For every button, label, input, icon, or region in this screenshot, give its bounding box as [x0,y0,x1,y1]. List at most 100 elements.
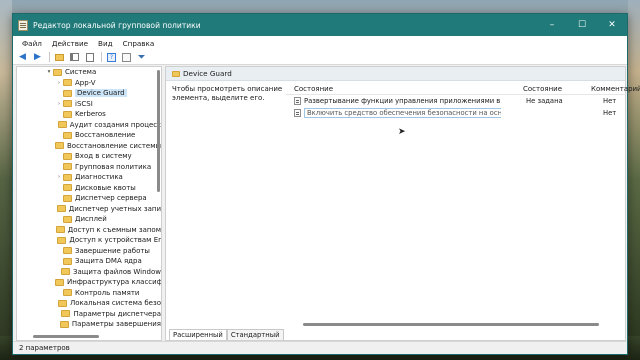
tree-item[interactable]: Kerberos [17,109,161,120]
tree-item[interactable]: Завершение работы [17,246,161,257]
menu-file[interactable]: Файл [17,39,47,48]
tree-item[interactable]: Параметры завершения [17,319,161,330]
table-row[interactable]: Развертывание функции управления приложе… [286,95,627,107]
setting-state: Не задана [526,97,563,105]
folder-icon [63,89,72,97]
tree-item[interactable]: Контроль памяти [17,288,161,299]
folder-icon [57,121,67,129]
menu-action[interactable]: Действие [47,39,93,48]
tree-item-label: App-V [75,78,96,87]
close-button[interactable]: ✕ [597,14,627,36]
folder-icon [55,142,64,150]
tree-item[interactable]: Восстановление системы [17,141,161,152]
folder-icon [60,268,70,276]
folder-icon [55,278,64,286]
folder-icon [63,173,72,181]
tree-item-label: Инфраструктура классиф [67,278,162,287]
tree-item[interactable]: Вход в систему [17,151,161,162]
main-content: ▾ Система › App-V Device Guard › iSCSI Kerberos… [13,66,640,341]
toolbar-divider [101,52,102,62]
show-hide-tree-icon[interactable] [68,51,81,63]
description-text: Чтобы просмотреть описание элемента, выд… [172,85,283,102]
settings-table: Состояние Состояние Комментарий Разверты… [286,83,640,119]
folder-up-icon[interactable] [53,51,66,63]
status-bar: 2 параметров [13,341,627,354]
folder-icon [63,152,72,160]
tree-item[interactable]: Доступ к съемным запом [17,225,161,236]
tree-item[interactable]: ▾ Система [17,67,161,78]
tree-item-label: iSCSI [75,99,93,108]
minimize-button[interactable]: – [537,14,567,36]
tree-item-label: Параметры диспетчера [73,309,161,318]
desktop-background-left [0,0,12,360]
tree-item-label: Завершение работы [75,246,150,255]
tree-item-label: Kerberos [75,110,106,119]
folder-icon [57,299,67,307]
folder-icon [172,70,180,77]
tree-item-label: Аудит создания процесс [69,120,161,129]
setting-name: Включить средство обеспечения безопаснос… [304,108,501,118]
folder-icon [63,257,72,265]
tree-item[interactable]: Дисковые квоты [17,183,161,194]
forward-icon[interactable]: ▶ [31,51,44,63]
tree-item[interactable]: Device Guard [17,88,161,99]
tree-item-label: Диспетчер учетных запи [68,204,161,213]
title-bar[interactable]: Редактор локальной групповой политики – … [13,14,627,36]
properties-icon[interactable] [120,51,133,63]
tree-list: ▾ Система › App-V Device Guard › iSCSI Kerberos… [17,67,161,330]
tree-item[interactable]: Дисплей [17,214,161,225]
back-icon[interactable]: ◀ [16,51,29,63]
chevron-right-icon[interactable]: › [55,174,63,180]
folder-icon [63,184,72,192]
help-icon[interactable]: ? [105,51,118,63]
tree-item[interactable]: Защита DMA ядра [17,256,161,267]
column-header-state[interactable]: Состояние [501,85,563,93]
setting-name: Развертывание функции управления приложе… [304,97,501,105]
tree-horizontal-scrollbar[interactable] [33,335,99,338]
folder-icon [63,194,72,202]
folder-icon [56,205,66,213]
details-horizontal-scrollbar[interactable] [303,323,599,326]
tree-item-label: Device Guard [75,89,127,98]
tree-item[interactable]: Диспетчер учетных запи [17,204,161,215]
tree-item[interactable]: › iSCSI [17,99,161,110]
export-list-icon[interactable] [83,51,96,63]
tree-item[interactable]: Защита файлов Window [17,267,161,278]
tree-item[interactable]: Диспетчер сервера [17,193,161,204]
table-header: Состояние Состояние Комментарий [286,83,640,95]
tree-item[interactable]: Параметры диспетчера [17,309,161,320]
tree-item[interactable]: Групповая политика [17,162,161,173]
tree-item[interactable]: Инфраструктура классиф [17,277,161,288]
menu-help[interactable]: Справка [118,39,160,48]
maximize-button[interactable]: ☐ [567,14,597,36]
tab-extended[interactable]: Расширенный [169,329,227,340]
folder-icon [63,131,72,139]
column-header-setting[interactable]: Состояние [286,85,501,93]
view-tabs: Расширенный Стандартный [166,328,284,340]
gpedit-app-icon [18,19,28,31]
tree-item-label: Групповая политика [75,162,152,171]
tab-standard[interactable]: Стандартный [226,329,284,340]
details-pane: Device Guard Чтобы просмотреть описание … [165,66,640,341]
window-title: Редактор локальной групповой политики [33,20,201,30]
tree-item[interactable]: › App-V [17,78,161,89]
folder-icon [63,100,72,108]
tree-item[interactable]: Доступ к устройствам Er [17,235,161,246]
tree-item[interactable]: Восстановление [17,130,161,141]
tree-item[interactable]: Аудит создания процесс [17,120,161,131]
table-row[interactable]: Включить средство обеспечения безопаснос… [286,107,627,119]
chevron-down-icon[interactable]: ▾ [45,69,53,75]
tree-pane[interactable]: ▾ Система › App-V Device Guard › iSCSI Kerberos… [16,66,162,341]
tree-item-label: Защита DMA ядра [75,257,142,266]
chevron-right-icon[interactable]: › [55,101,63,107]
menu-view[interactable]: Вид [93,39,118,48]
tree-item[interactable]: Локальная система безо [17,298,161,309]
tree-vertical-scrollbar[interactable] [157,70,160,192]
chevron-right-icon[interactable]: › [55,80,63,86]
tree-item-label: Дисковые квоты [75,183,136,192]
tree-item-label: Доступ к устройствам Er [69,236,161,245]
folder-icon [61,310,71,318]
filter-icon[interactable]: ⏷ [135,51,148,63]
column-header-comment[interactable]: Комментарий [563,85,640,93]
tree-item[interactable]: › Диагностика [17,172,161,183]
